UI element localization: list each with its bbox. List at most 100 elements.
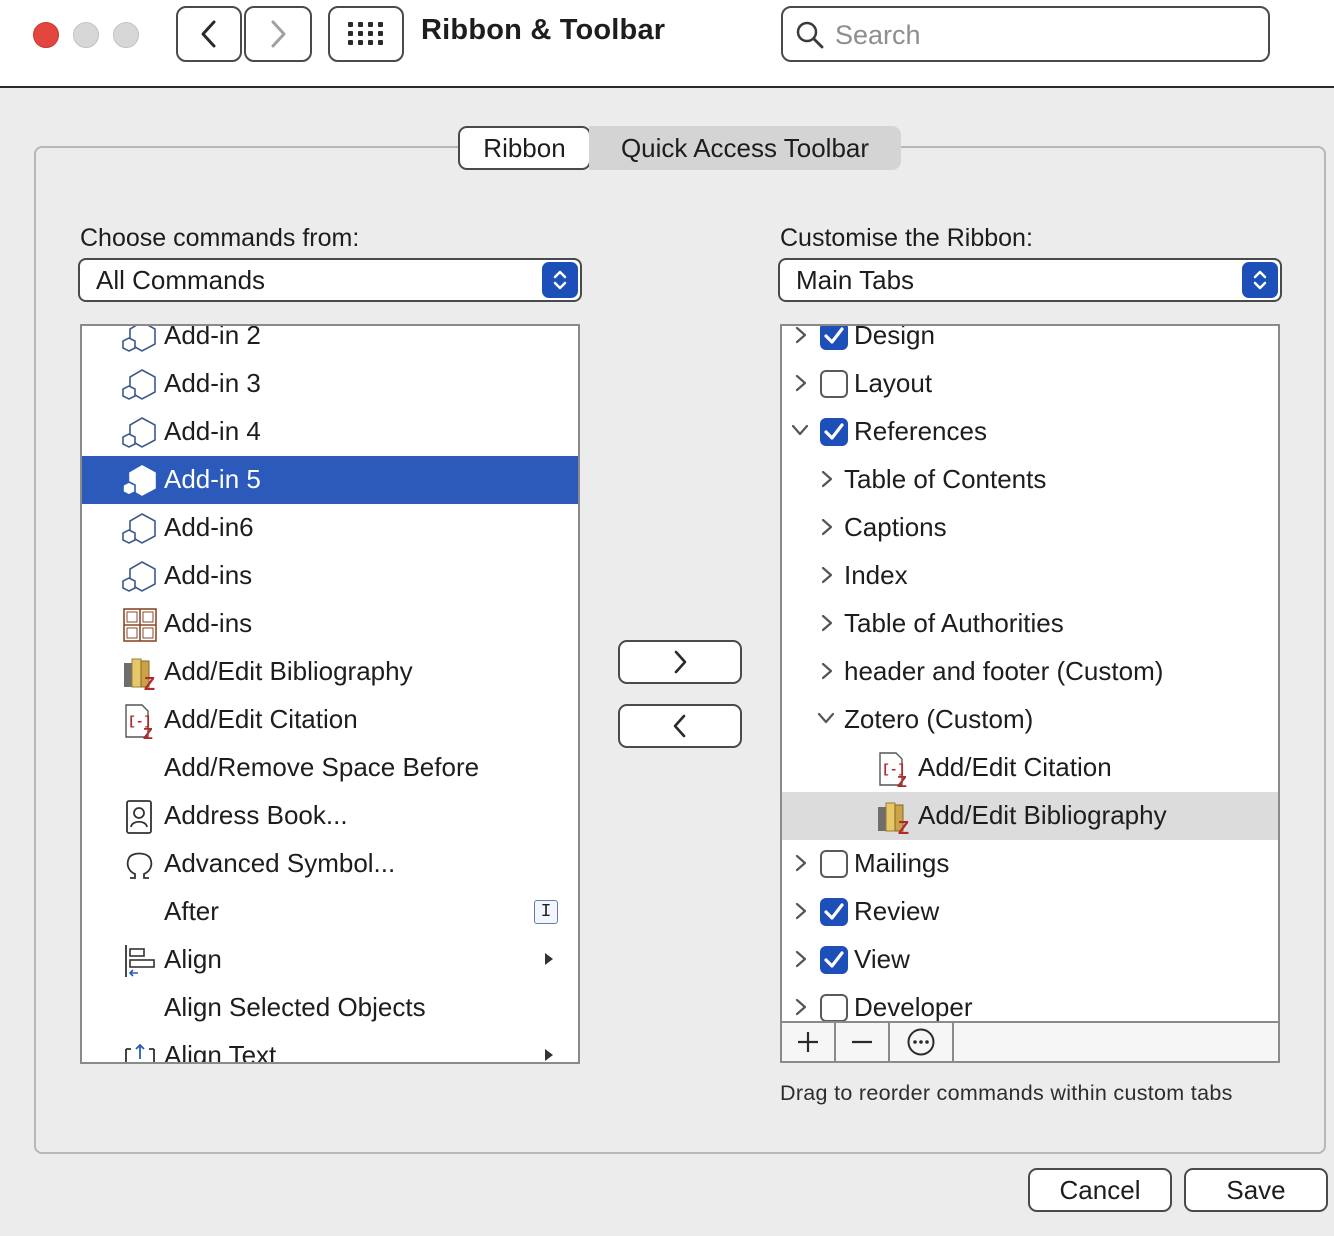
chevron-right-icon[interactable] bbox=[794, 949, 808, 969]
chevron-right-icon bbox=[674, 650, 687, 674]
zotero-citation-icon: [-]Z bbox=[879, 752, 907, 787]
close-window-button[interactable] bbox=[33, 22, 59, 48]
chevron-right-icon[interactable] bbox=[794, 997, 808, 1017]
tree-actions-bar bbox=[780, 1021, 1280, 1063]
tab-quick-access-toolbar[interactable]: Quick Access Toolbar bbox=[589, 126, 901, 170]
plus-icon bbox=[798, 1032, 818, 1052]
list-item-selected[interactable]: Add-in 5 bbox=[82, 456, 578, 504]
remove-tab-button[interactable] bbox=[836, 1023, 890, 1061]
minus-icon bbox=[852, 1040, 872, 1044]
hexagon-outline-icon bbox=[122, 417, 156, 448]
list-item[interactable]: Align Selected Objects bbox=[82, 984, 578, 1032]
save-button[interactable]: Save bbox=[1184, 1168, 1328, 1212]
chevron-right-icon[interactable] bbox=[794, 853, 808, 873]
zotero-bibliography-icon: Z bbox=[124, 658, 155, 691]
tree-item-table-of-authorities[interactable]: Table of Authorities bbox=[782, 600, 1278, 648]
tree-item-add-edit-bibliography[interactable]: Z Add/Edit Bibliography bbox=[782, 792, 1278, 840]
add-command-button[interactable] bbox=[618, 640, 742, 684]
minimize-window-button[interactable] bbox=[73, 22, 99, 48]
chevron-right-icon[interactable] bbox=[794, 373, 808, 393]
chevron-right-icon[interactable] bbox=[820, 613, 834, 633]
tree-item-mailings[interactable]: Mailings bbox=[782, 840, 1278, 888]
search-field[interactable] bbox=[781, 6, 1270, 62]
tree-item-captions[interactable]: Captions bbox=[782, 504, 1278, 552]
tree-item-zotero[interactable]: Zotero (Custom) bbox=[782, 696, 1278, 744]
tree-item-add-edit-citation[interactable]: [-] Z Add/Edit Citation bbox=[782, 744, 1278, 792]
list-item[interactable]: Add-in 2 bbox=[82, 326, 578, 360]
back-button[interactable] bbox=[176, 6, 242, 62]
chevron-right-icon[interactable] bbox=[820, 469, 834, 489]
window-title: Ribbon & Toolbar bbox=[421, 14, 666, 46]
reorder-hint: Drag to reorder commands within custom t… bbox=[780, 1081, 1233, 1105]
list-item[interactable]: Advanced Symbol... bbox=[82, 840, 578, 888]
list-item[interactable]: After I bbox=[82, 888, 578, 936]
list-item[interactable]: Align bbox=[82, 936, 578, 984]
tree-item-review[interactable]: Review bbox=[782, 888, 1278, 936]
customise-ribbon-label: Customise the Ribbon: bbox=[780, 224, 1033, 252]
list-item[interactable]: Align Text bbox=[82, 1032, 578, 1062]
list-item[interactable]: Add-in 3 bbox=[82, 360, 578, 408]
tab-ribbon[interactable]: Ribbon bbox=[458, 126, 591, 170]
list-item[interactable]: Add-in 4 bbox=[82, 408, 578, 456]
up-down-chevron-icon bbox=[1242, 262, 1278, 298]
more-options-button[interactable] bbox=[890, 1023, 954, 1061]
hexagon-outline-icon bbox=[122, 369, 156, 400]
list-item[interactable]: Add/Remove Space Before bbox=[82, 744, 578, 792]
chevron-right-icon[interactable] bbox=[820, 661, 834, 681]
chevron-down-icon[interactable] bbox=[790, 423, 810, 437]
chevron-right-icon[interactable] bbox=[794, 325, 808, 345]
checkbox-design[interactable] bbox=[820, 326, 848, 350]
checkmark-icon bbox=[824, 327, 844, 344]
address-book-icon bbox=[126, 800, 152, 834]
checkbox-view[interactable] bbox=[820, 946, 848, 974]
checkbox-review[interactable] bbox=[820, 898, 848, 926]
hexagon-outline-icon bbox=[122, 513, 156, 544]
ribbon-tabs-dropdown[interactable]: Main Tabs bbox=[778, 258, 1282, 302]
tree-item-design[interactable]: Design bbox=[782, 325, 1278, 360]
submenu-arrow-icon bbox=[545, 953, 553, 965]
search-input[interactable] bbox=[835, 18, 1255, 52]
zoom-window-button[interactable] bbox=[113, 22, 139, 48]
chevron-right-icon[interactable] bbox=[820, 517, 834, 537]
list-item[interactable]: Add-in6 bbox=[82, 504, 578, 552]
svg-text:Z: Z bbox=[898, 818, 909, 835]
remove-command-button[interactable] bbox=[618, 704, 742, 748]
list-item[interactable]: Z Add/Edit Bibliography bbox=[82, 648, 578, 696]
tree-item-developer[interactable]: Developer bbox=[782, 984, 1278, 1022]
tree-item-view[interactable]: View bbox=[782, 936, 1278, 984]
tree-item-table-of-contents[interactable]: Table of Contents bbox=[782, 456, 1278, 504]
add-tab-button[interactable] bbox=[782, 1023, 836, 1061]
list-item[interactable]: Add-ins bbox=[82, 600, 578, 648]
checkbox-layout[interactable] bbox=[820, 370, 848, 398]
list-item[interactable]: Add-ins bbox=[82, 552, 578, 600]
cancel-button[interactable]: Cancel bbox=[1028, 1168, 1172, 1212]
tree-item-references[interactable]: References bbox=[782, 408, 1278, 456]
list-item[interactable]: [-] Z Add/Edit Citation bbox=[82, 696, 578, 744]
tab-segmented-control: Ribbon Quick Access Toolbar bbox=[458, 126, 901, 170]
tree-item-header-and-footer[interactable]: header and footer (Custom) bbox=[782, 648, 1278, 696]
search-icon bbox=[796, 21, 824, 49]
chevron-left-icon bbox=[201, 20, 216, 48]
commands-source-value: All Commands bbox=[96, 264, 266, 295]
align-text-icon bbox=[125, 1043, 155, 1062]
omega-icon bbox=[126, 852, 153, 879]
ribbon-tree[interactable]: Design Layout References Table of Conten… bbox=[780, 324, 1280, 1024]
ribbon-tabs-value: Main Tabs bbox=[796, 264, 915, 295]
checkmark-icon bbox=[824, 423, 844, 440]
chevron-right-icon[interactable] bbox=[820, 565, 834, 585]
chevron-right-icon[interactable] bbox=[794, 901, 808, 921]
chevron-down-icon[interactable] bbox=[816, 711, 836, 725]
checkbox-references[interactable] bbox=[820, 418, 848, 446]
tree-item-layout[interactable]: Layout bbox=[782, 360, 1278, 408]
tree-item-index[interactable]: Index bbox=[782, 552, 1278, 600]
forward-button[interactable] bbox=[244, 6, 312, 62]
checkbox-developer[interactable] bbox=[820, 994, 848, 1022]
submenu-arrow-icon bbox=[545, 1049, 553, 1061]
commands-list[interactable]: Add-in 2 Add-in 3 Add-in 4 Add-in 5 Add-… bbox=[80, 324, 580, 1064]
commands-source-dropdown[interactable]: All Commands bbox=[78, 258, 582, 302]
checkbox-mailings[interactable] bbox=[820, 850, 848, 878]
zotero-bibliography-icon: Z bbox=[878, 802, 909, 835]
list-item[interactable]: Address Book... bbox=[82, 792, 578, 840]
title-bar: Ribbon & Toolbar bbox=[0, 0, 1334, 88]
show-all-button[interactable] bbox=[328, 6, 404, 62]
